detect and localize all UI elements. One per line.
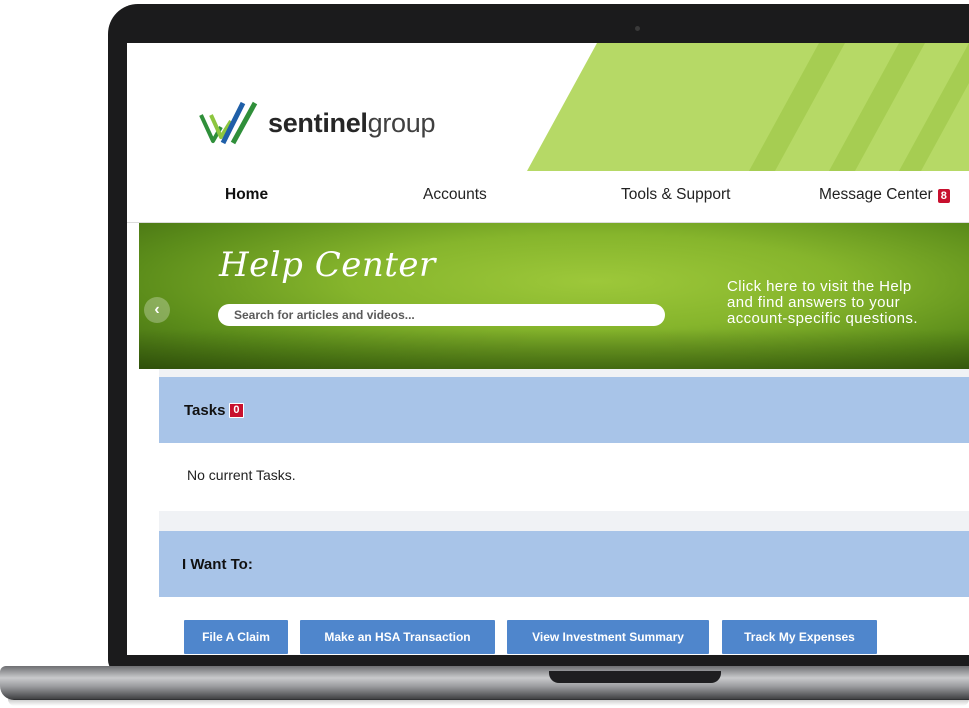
cta-line: account-specific questions. xyxy=(727,310,918,327)
logo-text-light: group xyxy=(367,107,436,138)
nav-accounts[interactable]: Accounts xyxy=(423,186,487,204)
tasks-title-label: Tasks xyxy=(184,402,226,419)
track-my-expenses-button[interactable]: Track My Expenses xyxy=(722,620,877,654)
view-investment-summary-button[interactable]: View Investment Summary xyxy=(507,620,709,654)
i-want-to-title: I Want To: xyxy=(182,556,253,573)
banner-shade xyxy=(139,329,969,369)
logo-mark-icon xyxy=(199,101,258,145)
header-stripes-decoration xyxy=(527,43,969,171)
nav-message-center-label: Message Center xyxy=(819,186,933,203)
laptop-base xyxy=(0,666,969,700)
main-nav: Home Accounts Tools & Support Message Ce… xyxy=(127,173,969,223)
laptop-screen: sentinelgroup Home Accounts Tools & Supp… xyxy=(127,43,969,655)
make-hsa-transaction-button[interactable]: Make an HSA Transaction xyxy=(300,620,495,654)
file-a-claim-button[interactable]: File A Claim xyxy=(184,620,288,654)
camera-icon xyxy=(635,26,640,31)
tasks-count-badge: 0 xyxy=(229,403,244,418)
tasks-panel-header: Tasks 0 xyxy=(159,377,969,443)
help-center-cta-text[interactable]: Click here to visit the Help and find an… xyxy=(727,279,969,327)
sentinel-group-logo[interactable]: sentinelgroup xyxy=(199,101,436,145)
cta-line: and find answers to your xyxy=(727,294,901,311)
laptop-shadow xyxy=(8,699,969,706)
panel-gap xyxy=(159,369,969,377)
message-count-badge: 8 xyxy=(937,189,950,203)
logo-text: sentinelgroup xyxy=(268,107,436,139)
carousel-prev-button[interactable]: ‹ xyxy=(144,297,170,323)
tasks-empty-text: No current Tasks. xyxy=(187,467,296,483)
i-want-to-panel-header: I Want To: xyxy=(159,531,969,597)
laptop-hinge-notch xyxy=(549,671,721,683)
help-center-title: Help Center xyxy=(219,245,436,285)
nav-tools-support[interactable]: Tools & Support xyxy=(621,186,730,204)
site-header: sentinelgroup xyxy=(127,43,969,173)
tasks-title: Tasks 0 xyxy=(184,402,244,419)
panel-gap xyxy=(159,511,969,531)
nav-home[interactable]: Home xyxy=(225,186,268,204)
logo-text-bold: sentinel xyxy=(268,107,368,138)
chevron-left-icon: ‹ xyxy=(154,301,160,318)
tasks-panel-body: No current Tasks. xyxy=(159,443,969,511)
help-center-banner[interactable]: ‹ Help Center Click here to visit the He… xyxy=(139,223,969,369)
cta-line: Click here to visit the Help xyxy=(727,278,912,295)
nav-message-center[interactable]: Message Center 8 xyxy=(819,186,950,204)
help-search-input[interactable] xyxy=(218,304,665,326)
